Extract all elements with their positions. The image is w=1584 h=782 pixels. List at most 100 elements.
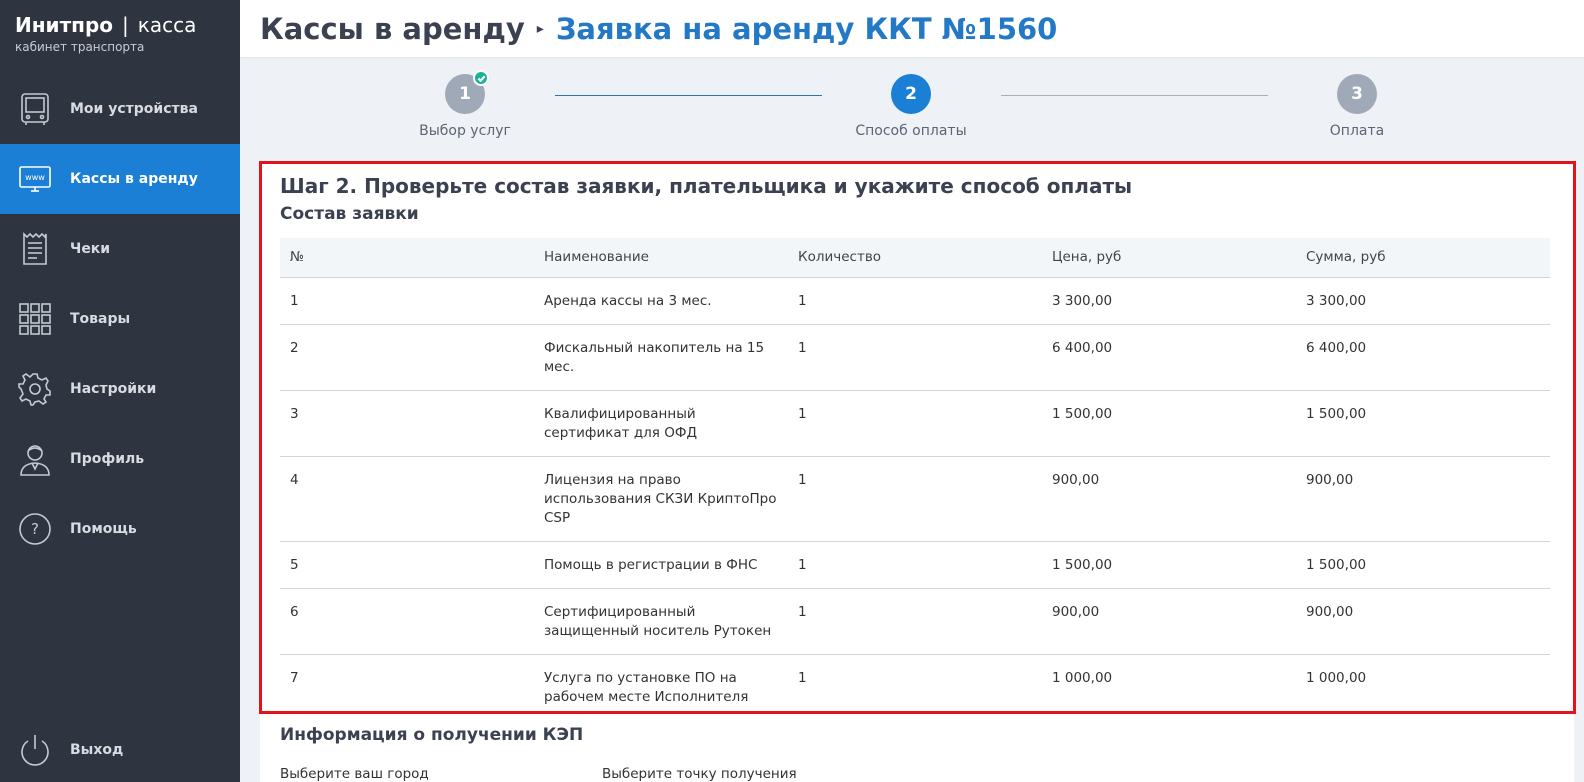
cell-sum: 6 400,00 xyxy=(1296,324,1550,391)
step-1-label: Выбор услуг xyxy=(419,123,511,139)
cell-price: 6 400,00 xyxy=(1042,324,1296,391)
step-3-label: Оплата xyxy=(1329,123,1385,139)
step-title: Шаг 2. Проверьте состав заявки, плательщ… xyxy=(280,174,1133,198)
cell-number: 6 xyxy=(280,588,534,655)
page-header: Кассы в аренду ▸ Заявка на аренду ККТ №1… xyxy=(240,0,1584,58)
cell-name: Фискальный накопитель на 15 мес. xyxy=(534,324,788,391)
step-2-circle: 2 xyxy=(891,74,931,114)
cell-quantity: 1 xyxy=(788,456,1042,542)
step-3-number: 3 xyxy=(1351,84,1363,104)
cell-price: 1 500,00 xyxy=(1042,541,1296,589)
gear-icon xyxy=(16,370,54,408)
cell-quantity: 1 xyxy=(788,324,1042,391)
step-connector-1 xyxy=(555,95,822,96)
table-row: 2 Фискальный накопитель на 15 мес. 1 6 4… xyxy=(280,324,1550,391)
svg-text:?: ? xyxy=(31,520,39,538)
step-2[interactable]: 2 Способ оплаты xyxy=(831,74,991,139)
step-3[interactable]: 3 Оплата xyxy=(1277,74,1437,139)
sidebar-item-devices[interactable]: Мои устройства xyxy=(0,74,240,144)
table-row: 1 Аренда кассы на 3 мес. 1 3 300,00 3 30… xyxy=(280,277,1550,325)
power-icon xyxy=(16,731,54,769)
cell-price: 900,00 xyxy=(1042,456,1296,542)
cell-sum: 1 500,00 xyxy=(1296,541,1550,589)
cell-price: 1 000,00 xyxy=(1052,669,1113,686)
table-row: 3 Квалифицированный сертификат для ОФД 1… xyxy=(280,390,1550,457)
city-select-label: Выберите ваш город xyxy=(280,766,429,782)
cell-sum: 1 000,00 xyxy=(1306,669,1367,686)
page-title: Заявка на аренду ККТ №1560 xyxy=(555,11,1058,46)
cell-number: 2 xyxy=(280,324,534,391)
cell-number: 7 xyxy=(290,669,299,686)
cell-number: 4 xyxy=(280,456,534,542)
cell-number: 1 xyxy=(280,277,534,325)
step-2-number: 2 xyxy=(905,84,917,104)
cell-sum: 900,00 xyxy=(1296,456,1550,542)
column-header-price: Цена, руб xyxy=(1042,238,1296,278)
step-3-circle: 3 xyxy=(1337,74,1377,114)
sidebar-item-receipts[interactable]: Чеки xyxy=(0,214,240,284)
table-row: 6 Сертифицированный защищенный носитель … xyxy=(280,588,1550,655)
cell-name: Услуга по установке ПО на рабочем месте … xyxy=(544,669,749,705)
brand-name: Инитпро xyxy=(15,13,114,37)
table-row: 4 Лицензия на право использования СКЗИ К… xyxy=(280,456,1550,542)
sidebar: Инитпро | касса кабинет транспорта Мои у… xyxy=(0,0,240,782)
cell-price: 1 500,00 xyxy=(1042,390,1296,457)
check-icon xyxy=(473,70,489,86)
column-header-sum: Сумма, руб xyxy=(1296,238,1550,278)
sidebar-item-label: Товары xyxy=(70,311,131,327)
column-header-number: № xyxy=(280,238,534,278)
table-row: 7 Услуга по установке ПО на рабочем мест… xyxy=(280,654,1550,720)
column-header-quantity: Количество xyxy=(788,238,1042,278)
www-monitor-icon: www xyxy=(16,160,54,198)
cell-number: 5 xyxy=(280,541,534,589)
cell-name: Сертифицированный защищенный носитель Ру… xyxy=(534,588,788,655)
cell-name: Лицензия на право использования СКЗИ Кри… xyxy=(534,456,788,542)
step-1-circle: 1 xyxy=(445,70,489,114)
sidebar-item-label: Кассы в аренду xyxy=(70,171,198,187)
sidebar-item-help[interactable]: ? Помощь xyxy=(0,494,240,564)
cell-price: 3 300,00 xyxy=(1042,277,1296,325)
svg-text:www: www xyxy=(25,173,45,182)
sidebar-item-rent[interactable]: www Кассы в аренду xyxy=(0,144,240,214)
logout-button[interactable]: Выход xyxy=(0,718,240,782)
sidebar-item-label: Помощь xyxy=(70,521,137,537)
stepper: 1 Выбор услуг 2 Способ оплаты 3 Оплата xyxy=(240,58,1584,158)
cell-name: Квалифицированный сертификат для ОФД xyxy=(534,390,788,457)
cell-quantity: 1 xyxy=(788,588,1042,655)
cell-quantity: 1 xyxy=(798,669,807,686)
sidebar-item-profile[interactable]: Профиль xyxy=(0,424,240,494)
cell-sum: 3 300,00 xyxy=(1296,277,1550,325)
sidebar-item-label: Мои устройства xyxy=(70,101,198,117)
brand-separator: | xyxy=(122,13,129,37)
table-header-row: № Наименование Количество Цена, руб Сумм… xyxy=(280,238,1550,278)
breadcrumb-root-link[interactable]: Кассы в аренду xyxy=(260,12,525,46)
sidebar-item-label: Настройки xyxy=(70,381,157,397)
brand: Инитпро | касса кабинет транспорта xyxy=(0,0,240,64)
sidebar-item-goods[interactable]: Товары xyxy=(0,284,240,354)
order-section-title: Состав заявки xyxy=(280,204,419,224)
step-connector-2 xyxy=(1001,95,1268,96)
sidebar-item-label: Чеки xyxy=(70,241,111,257)
table-row: 5 Помощь в регистрации в ФНС 1 1 500,00 … xyxy=(280,541,1550,589)
sidebar-item-label: Профиль xyxy=(70,451,145,467)
step-1-number: 1 xyxy=(459,84,471,104)
cell-quantity: 1 xyxy=(788,541,1042,589)
step-1[interactable]: 1 Выбор услуг xyxy=(385,70,545,139)
logout-label: Выход xyxy=(70,742,124,758)
sidebar-item-settings[interactable]: Настройки xyxy=(0,354,240,424)
grid-icon xyxy=(16,300,54,338)
column-header-name: Наименование xyxy=(534,238,788,278)
brand-product: касса xyxy=(137,13,197,37)
device-icon xyxy=(16,90,54,128)
cell-sum: 900,00 xyxy=(1296,588,1550,655)
brand-subtitle: кабинет транспорта xyxy=(15,40,145,54)
receipt-icon xyxy=(16,230,54,268)
brand-logo[interactable]: Инитпро | касса xyxy=(15,12,225,38)
cell-name: Помощь в регистрации в ФНС xyxy=(534,541,788,589)
step-2-label: Способ оплаты xyxy=(855,123,967,139)
help-icon: ? xyxy=(16,510,54,548)
order-table: № Наименование Количество Цена, руб Сумм… xyxy=(280,238,1550,720)
cell-quantity: 1 xyxy=(788,277,1042,325)
sidebar-nav: Мои устройства www Кассы в аренду Чеки Т… xyxy=(0,74,240,564)
chevron-right-icon: ▸ xyxy=(536,20,544,37)
